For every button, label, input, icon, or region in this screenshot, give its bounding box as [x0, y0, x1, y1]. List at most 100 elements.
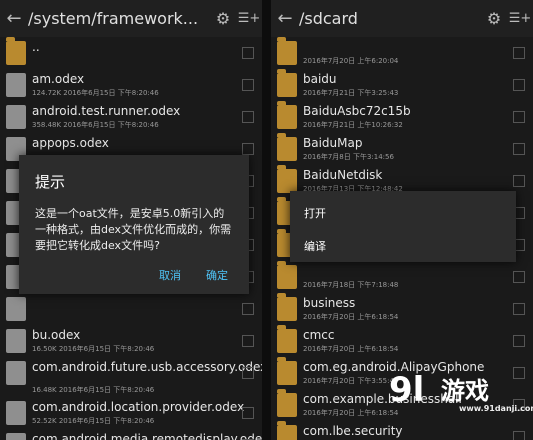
select-checkbox[interactable] — [513, 111, 525, 123]
file-icon — [6, 297, 26, 321]
select-checkbox[interactable] — [513, 271, 525, 283]
watermark-name: 游戏 — [441, 377, 489, 405]
list-add-icon[interactable]: ☰+ — [507, 11, 533, 26]
file-icon — [6, 361, 26, 385]
right-list-item[interactable]: cmcc 2016年7月20日 上午6:18:54 — [271, 325, 533, 357]
item-name: .. — [32, 40, 40, 54]
left-list-item[interactable]: android.test.runner.odex 358.48K 2016年6月1… — [0, 101, 262, 133]
folder-icon — [277, 165, 297, 193]
item-name: bu.odex — [32, 328, 81, 342]
item-meta: 124.72K 2016年6月15日 下午8:20:46 — [32, 89, 159, 97]
folder-icon — [277, 357, 297, 385]
context-menu: 打开 编译 — [290, 191, 516, 262]
convert-dialog: 提示 这是一个oat文件，是安卓5.0新引入的一种格式，由dex文件优化而成的，… — [19, 155, 249, 294]
folder-icon — [277, 261, 297, 289]
select-checkbox[interactable] — [242, 303, 254, 315]
item-meta: 2016年7月20日 上午6:18:54 — [303, 409, 399, 417]
select-checkbox[interactable] — [242, 367, 254, 379]
right-list-item[interactable]: 2016年7月20日 上午6:20:04 — [271, 37, 533, 69]
right-list-item[interactable]: business 2016年7月20日 上午6:18:54 — [271, 293, 533, 325]
left-file-pane: ← /system/framework... ⚙ ☰+ .. am.odex 124… — [0, 0, 262, 440]
left-list-item[interactable]: am.odex 124.72K 2016年6月15日 下午8:20:46 — [0, 69, 262, 101]
back-arrow-icon[interactable]: ← — [271, 8, 299, 29]
select-checkbox[interactable] — [242, 79, 254, 91]
left-list-item[interactable]: com.android.media.remotedisplay.odex — [0, 429, 262, 440]
pane-divider — [262, 0, 271, 440]
folder-icon — [277, 325, 297, 353]
list-add-icon[interactable]: ☰+ — [236, 11, 262, 26]
back-arrow-icon[interactable]: ← — [0, 8, 28, 29]
right-list-item[interactable]: com.lbe.security2016年7月20日 下午12:42 — [271, 421, 533, 440]
select-checkbox[interactable] — [513, 79, 525, 91]
right-list-item[interactable]: BaiduMap 2016年7月8日 下午3:14:56 — [271, 133, 533, 165]
select-checkbox[interactable] — [242, 335, 254, 347]
right-list-item[interactable]: BaiduAsbc72c15b 2016年7月21日 上午10:26:32 — [271, 101, 533, 133]
item-name: com.lbe.security — [303, 424, 403, 438]
open-menu-item[interactable]: 打开 — [304, 205, 326, 221]
select-checkbox[interactable] — [242, 143, 254, 155]
file-icon — [6, 105, 26, 129]
select-checkbox[interactable] — [513, 431, 525, 440]
select-checkbox[interactable] — [242, 47, 254, 59]
ok-button[interactable]: 确定 — [206, 267, 228, 283]
right-list-item[interactable]: baidu 2016年7月21日 下午3:25:43 — [271, 69, 533, 101]
select-checkbox[interactable] — [513, 47, 525, 59]
watermark-logo: 9l — [389, 370, 425, 410]
item-name: BaiduMap — [303, 136, 363, 150]
left-list-item[interactable]: com.android.location.provider.odex 52.52K… — [0, 397, 262, 429]
item-meta: 2016年7月20日 上午6:18:54 — [303, 313, 399, 321]
left-list-item[interactable]: com.android.future.usb.accessory.odex 16.… — [0, 357, 262, 397]
folder-icon — [277, 69, 297, 97]
folder-icon — [277, 389, 297, 417]
item-meta: 2016年7月20日 下午3:55:43 — [303, 377, 399, 385]
file-icon — [6, 433, 26, 440]
right-path-title: /sdcard — [299, 9, 358, 28]
file-icon — [6, 401, 26, 425]
item-name: baidu — [303, 72, 337, 86]
item-name: BaiduNetdisk — [303, 168, 383, 182]
gear-icon[interactable]: ⚙ — [210, 9, 236, 28]
select-checkbox[interactable] — [513, 143, 525, 155]
dialog-message: 这是一个oat文件，是安卓5.0新引入的一种格式，由dex文件优化而成的，你需要… — [35, 207, 232, 252]
select-checkbox[interactable] — [513, 367, 525, 379]
folder-icon — [277, 421, 297, 440]
select-checkbox[interactable] — [513, 175, 525, 187]
select-checkbox[interactable] — [513, 335, 525, 347]
right-list-item[interactable]: 2016年7月18日 下午7:18:48 — [271, 261, 533, 293]
item-meta: 358.48K 2016年6月15日 下午8:20:46 — [32, 121, 159, 129]
left-toolbar: ← /system/framework... ⚙ ☰+ — [0, 0, 262, 37]
item-meta: 16.48K 2016年6月15日 下午8:20:46 — [32, 386, 155, 394]
dialog-title: 提示 — [35, 173, 66, 191]
left-list-item[interactable]: .. — [0, 37, 262, 69]
item-meta: 2016年7月18日 下午7:18:48 — [303, 281, 399, 289]
item-name: com.android.media.remotedisplay.odex — [32, 432, 262, 440]
right-toolbar: ← /sdcard ⚙ ☰+ — [271, 0, 533, 37]
file-icon — [6, 73, 26, 97]
select-checkbox[interactable] — [513, 303, 525, 315]
cancel-button[interactable]: 取消 — [159, 267, 181, 283]
item-name: com.android.future.usb.accessory.odex — [32, 360, 262, 374]
item-meta: 2016年7月20日 上午6:20:04 — [303, 57, 399, 65]
watermark-url: www.91danji.com — [459, 404, 533, 413]
folder-icon — [277, 133, 297, 161]
item-name: android.test.runner.odex — [32, 104, 181, 118]
file-icon — [6, 329, 26, 353]
folder-icon — [6, 37, 26, 65]
folder-icon — [277, 293, 297, 321]
left-list-item[interactable] — [0, 293, 262, 325]
item-name: BaiduAsbc72c15b — [303, 104, 411, 118]
item-name: business — [303, 296, 356, 310]
item-meta: 2016年7月21日 下午3:25:43 — [303, 89, 399, 97]
left-list-item[interactable]: bu.odex 16.50K 2016年6月15日 下午8:20:46 — [0, 325, 262, 357]
gear-icon[interactable]: ⚙ — [481, 9, 507, 28]
select-checkbox[interactable] — [242, 111, 254, 123]
item-name: am.odex — [32, 72, 85, 86]
left-path-title: /system/framework... — [28, 9, 199, 28]
site-watermark: 9l 游戏 www.91danji.com — [389, 370, 533, 418]
edit-menu-item[interactable]: 编译 — [304, 238, 326, 254]
item-meta: 2016年7月8日 下午3:14:56 — [303, 153, 394, 161]
item-meta: 2016年7月21日 上午10:26:32 — [303, 121, 403, 129]
select-checkbox[interactable] — [242, 407, 254, 419]
item-meta: 2016年7月20日 上午6:18:54 — [303, 345, 399, 353]
item-name: cmcc — [303, 328, 335, 342]
